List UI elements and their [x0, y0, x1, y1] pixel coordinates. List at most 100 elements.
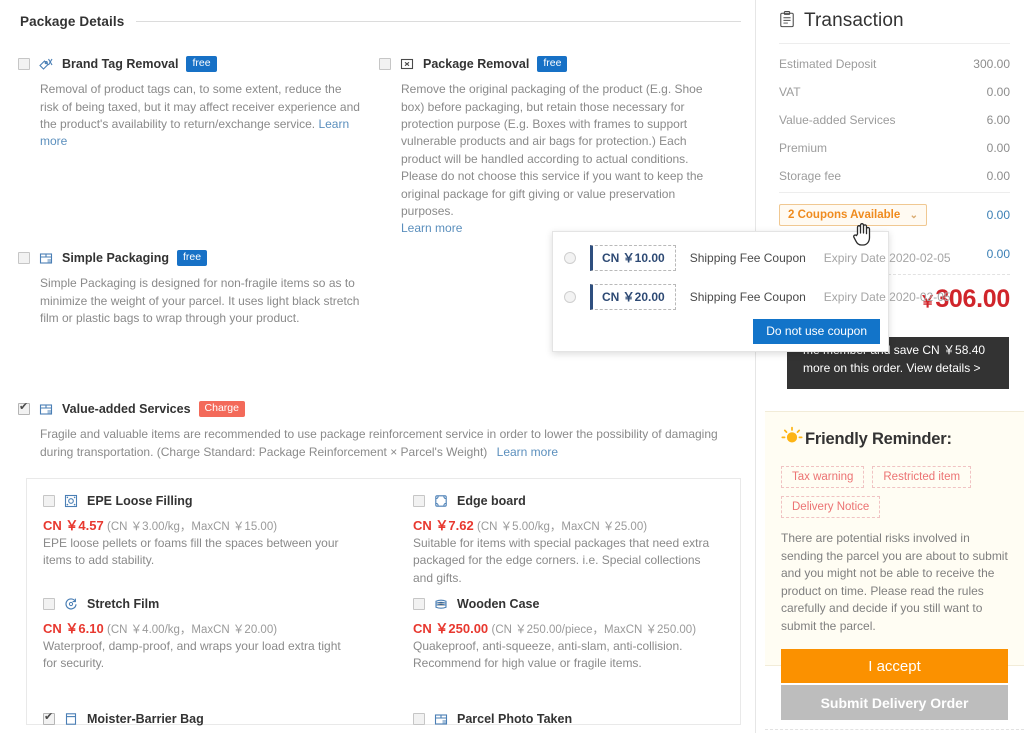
clipboard-icon	[779, 10, 795, 32]
vas-item-price-note: (CN ￥3.00/kg，MaxCN ￥15.00)	[107, 521, 278, 533]
coupon-option-row[interactable]: CN ￥10.00 Shipping Fee Coupon Expiry Dat…	[553, 238, 951, 277]
row-value: 0.00	[986, 141, 1010, 155]
bottom-divider	[765, 729, 1024, 730]
coupon-option-row[interactable]: CN ￥20.00 Shipping Fee Coupon Expiry Dat…	[553, 277, 951, 316]
checkbox-parcel-photo-taken[interactable]	[413, 713, 425, 725]
package-details-header: Package Details	[20, 14, 741, 29]
submit-delivery-order-button[interactable]: Submit Delivery Order	[781, 685, 1008, 720]
row-value: 300.00	[973, 57, 1010, 71]
badge-free: free	[186, 56, 217, 73]
coupon-value: 0.00	[986, 208, 1010, 222]
vas-item-price: CN ￥250.00	[413, 621, 489, 636]
header-divider	[136, 21, 741, 22]
coupon-dropdown-label: 2 Coupons Available	[788, 209, 901, 221]
option-body: Simple Packaging is designed for non-fra…	[40, 275, 363, 327]
option-brand-tag-removal[interactable]: Brand Tag Removal free Removal of produc…	[18, 56, 363, 151]
option-package-removal[interactable]: Package Removal free Remove the original…	[379, 56, 719, 238]
vas-item-epe-loose-filling[interactable]: EPE Loose Filling CN ￥4.57 (CN ￥3.00/kg，…	[43, 493, 353, 570]
coupon-name: Shipping Fee Coupon	[689, 250, 806, 265]
option-header-row: Brand Tag Removal free	[18, 56, 363, 73]
coupon-expiry: Expiry Date 2020-02-05	[823, 250, 951, 265]
option-body: Fragile and valuable items are recommend…	[40, 426, 740, 461]
friendly-reminder-panel: Friendly Reminder: Tax warning Restricte…	[765, 411, 1024, 683]
vas-item-price-row: CN ￥6.10 (CN ￥4.00/kg，MaxCN ￥20.00)	[43, 612, 353, 637]
value-added-services-grid: EPE Loose Filling CN ￥4.57 (CN ￥3.00/kg，…	[27, 479, 740, 727]
vas-item-label: Moister-Barrier Bag	[87, 712, 204, 726]
package-icon	[38, 250, 54, 266]
stretch-film-icon	[63, 596, 79, 612]
option-label: Simple Packaging	[62, 251, 169, 266]
checkbox-brand-tag-removal[interactable]	[18, 58, 30, 71]
do-not-use-coupon-button[interactable]: Do not use coupon	[753, 319, 880, 344]
option-label: Brand Tag Removal	[62, 57, 179, 72]
learn-more-link[interactable]: Learn more	[497, 445, 558, 459]
vas-item-price: CN ￥6.10	[43, 621, 104, 636]
package-details-panel: Package Details Brand Tag Removal free R…	[0, 0, 756, 733]
coupon-expiry: Expiry Date 2020-02-05	[823, 289, 951, 304]
learn-more-link[interactable]: Learn more	[401, 221, 462, 235]
coupon-dropdown-popup: CN ￥10.00 Shipping Fee Coupon Expiry Dat…	[552, 231, 951, 352]
vas-item-header: EPE Loose Filling	[43, 493, 353, 509]
checkbox-value-added-services[interactable]	[18, 401, 30, 416]
coupon-amount: CN ￥10.00	[590, 244, 676, 271]
badge-free: free	[176, 250, 208, 267]
transaction-title: Transaction	[804, 10, 904, 31]
checkbox-package-removal[interactable]	[379, 58, 391, 71]
page-title: Package Details	[20, 14, 125, 29]
lightbulb-icon	[781, 426, 803, 453]
vas-item-header: Edge board	[413, 493, 723, 509]
checkbox-stretch-film[interactable]	[43, 598, 55, 610]
coupon-amount: CN ￥20.00	[590, 283, 676, 310]
vas-item-label: Wooden Case	[457, 597, 540, 611]
option-description: Fragile and valuable items are recommend…	[40, 427, 718, 459]
reminder-header: Friendly Reminder:	[781, 426, 1008, 453]
vas-item-label: EPE Loose Filling	[87, 494, 193, 508]
checkbox-simple-packaging[interactable]	[18, 252, 30, 265]
checkbox-edge-board[interactable]	[413, 495, 425, 507]
row-value: 0.00	[986, 85, 1010, 99]
epe-loose-filling-icon	[63, 493, 79, 509]
option-header-row: Package Removal free	[379, 56, 719, 73]
radio-coupon-2[interactable]	[564, 290, 576, 303]
accept-button[interactable]: I accept	[781, 649, 1008, 683]
vas-item-description: Suitable for items with special packages…	[413, 536, 710, 585]
vas-item-moister-barrier-bag[interactable]: Moister-Barrier Bag	[43, 711, 204, 727]
option-header-row: Simple Packaging free	[18, 250, 363, 267]
chip-tax-warning[interactable]: Tax warning	[781, 466, 865, 488]
vas-item-price-note: (CN ￥4.00/kg，MaxCN ￥20.00)	[107, 624, 278, 636]
vas-item-stretch-film[interactable]: Stretch Film CN ￥6.10 (CN ￥4.00/kg，MaxCN…	[43, 596, 353, 673]
chip-restricted-item[interactable]: Restricted item	[872, 466, 972, 488]
option-description: Remove the original packaging of the pro…	[401, 82, 704, 218]
checkbox-moister-barrier-bag[interactable]	[43, 711, 55, 725]
vas-item-edge-board[interactable]: Edge board CN ￥7.62 (CN ￥5.00/kg，MaxCN ￥…	[413, 493, 723, 587]
table-row: Value-added Services 6.00	[779, 106, 1010, 134]
package-details-page: Package Details Brand Tag Removal free R…	[0, 0, 1024, 733]
option-simple-packaging[interactable]: Simple Packaging free Simple Packaging i…	[18, 250, 363, 327]
vas-item-price-note: (CN ￥5.00/kg，MaxCN ￥25.00)	[477, 521, 648, 533]
option-body: Removal of product tags can, to some ext…	[40, 81, 363, 151]
checkbox-wooden-case[interactable]	[413, 598, 425, 610]
radio-coupon-1[interactable]	[564, 251, 576, 264]
edge-board-icon	[433, 493, 449, 509]
moister-barrier-bag-icon	[63, 711, 79, 727]
transaction-header: Transaction	[765, 0, 1024, 32]
transaction-rows: Estimated Deposit 300.00 VAT 0.00 Value-…	[765, 44, 1024, 190]
row-label: Storage fee	[779, 169, 842, 183]
row-label: VAT	[779, 85, 801, 99]
row-value: 6.00	[986, 113, 1010, 127]
chip-delivery-notice[interactable]: Delivery Notice	[781, 496, 881, 518]
reminder-chips: Tax warning Restricted item Delivery Not…	[781, 466, 1008, 518]
row-label: Value-added Services	[779, 113, 896, 127]
row-label: Estimated Deposit	[779, 57, 877, 71]
vas-item-label: Edge board	[457, 494, 526, 508]
option-value-added-services[interactable]: Value-added Services Charge Fragile and …	[18, 401, 738, 461]
vas-item-price-note: (CN ￥250.00/piece，MaxCN ￥250.00)	[491, 624, 697, 636]
box-x-icon	[399, 56, 415, 72]
vas-item-price-row: CN ￥7.62 (CN ￥5.00/kg，MaxCN ￥25.00)	[413, 509, 723, 534]
vas-item-parcel-photo-taken[interactable]: Parcel Photo Taken	[413, 711, 572, 727]
value-added-services-box: EPE Loose Filling CN ￥4.57 (CN ￥3.00/kg，…	[26, 478, 741, 727]
vas-item-price-row: CN ￥4.57 (CN ￥3.00/kg，MaxCN ￥15.00)	[43, 509, 353, 534]
checkbox-epe-loose-filling[interactable]	[43, 495, 55, 507]
vas-item-wooden-case[interactable]: Wooden Case CN ￥250.00 (CN ￥250.00/piece…	[413, 596, 703, 673]
option-description: Removal of product tags can, to some ext…	[40, 82, 360, 131]
